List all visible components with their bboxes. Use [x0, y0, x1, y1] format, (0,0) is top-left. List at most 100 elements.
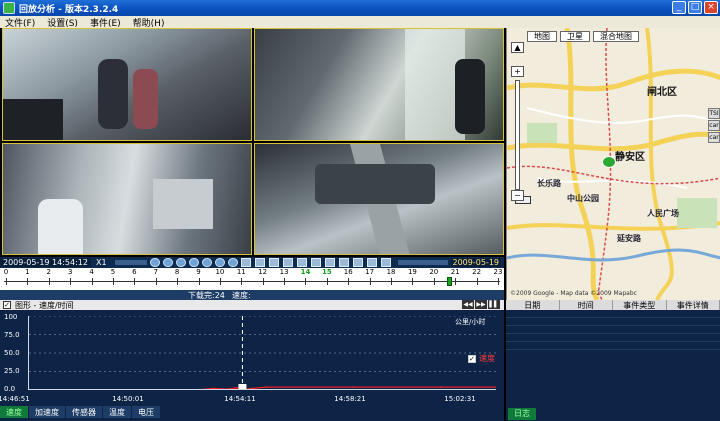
chart-pause-icon[interactable]: ▌▌ — [488, 300, 500, 309]
table-row — [506, 310, 720, 318]
playback-speed[interactable]: X1 — [96, 258, 107, 267]
legend-checkbox[interactable]: ✓ — [468, 354, 476, 363]
snapshot-icon[interactable] — [282, 258, 293, 267]
column-event-detail[interactable]: 事件详情 — [667, 300, 720, 310]
column-event-type[interactable]: 事件类型 — [613, 300, 667, 310]
zoom-control: ▲ + − — [511, 42, 531, 204]
car-icon[interactable]: car — [708, 120, 720, 131]
chart-prev-icon[interactable]: ◀◀ — [462, 300, 474, 309]
rewind-icon[interactable] — [149, 258, 160, 267]
passenger-figure — [98, 59, 128, 129]
tab-sensor[interactable]: 传感器 — [66, 406, 102, 418]
cut-icon[interactable] — [366, 258, 377, 267]
export-icon[interactable] — [352, 258, 363, 267]
timeline-hour-label: 7 — [153, 268, 158, 276]
menu-file[interactable]: 文件(F) — [0, 16, 42, 29]
vehicle-marker-icon[interactable] — [602, 156, 616, 168]
layout-1-icon[interactable] — [240, 258, 251, 267]
tsi-icon[interactable]: TSI — [708, 108, 720, 119]
save-icon[interactable] — [338, 258, 349, 267]
chart-title: 图形 - 速度/时间 — [15, 301, 74, 310]
download-status: 下载完:24 速度: — [0, 290, 504, 300]
x-tick-label: 14:54:11 — [224, 395, 256, 403]
next-frame-icon[interactable] — [214, 258, 225, 267]
menu-settings[interactable]: 设置(S) — [42, 16, 85, 29]
tab-hybrid[interactable]: 混合地图 — [593, 31, 639, 42]
legend-speed: 速度 — [479, 354, 495, 363]
timeline-hour-label: 6 — [132, 268, 137, 276]
road-label: 长乐路 — [537, 179, 561, 188]
pan-up-icon[interactable]: ▲ — [511, 42, 524, 53]
menu-events[interactable]: 事件(E) — [85, 16, 128, 29]
x-tick-label: 14:50:01 — [112, 395, 144, 403]
minimize-button[interactable]: _ — [672, 1, 686, 14]
chart-panel: ✓ 图形 - 速度/时间 ◀◀ ▶▶ ▌▌ 100 75.0 50.0 25.0… — [0, 300, 504, 406]
playback-seek-bar[interactable] — [114, 260, 147, 265]
event-log-panel: 日期 时间 事件类型 事件详情 日志 — [506, 300, 720, 421]
hour-timeline[interactable]: 0 1 2 3 4 5 6 7 8 9 10 11 12 13 14 15 16 17 18 19 20 21 22 23 — [0, 268, 504, 290]
zoom-out-button[interactable]: − — [511, 190, 524, 201]
video-channel-1[interactable] — [2, 28, 252, 141]
chart-toggle-checkbox[interactable]: ✓ — [3, 301, 11, 309]
tab-acceleration[interactable]: 加速度 — [29, 406, 65, 418]
maximize-button[interactable]: □ — [688, 1, 702, 14]
timeline-hour-label: 21 — [450, 268, 460, 276]
zoom-slider[interactable] — [515, 80, 531, 204]
close-button[interactable]: × — [704, 1, 718, 14]
playback-toolbar: 2009-05-19 14:54:12 X1 2009-05-19 — [0, 257, 504, 268]
timeline-playhead[interactable] — [447, 277, 452, 286]
speed-data-point — [197, 389, 199, 390]
map-panel[interactable]: 地图 卫星 混合地图 ▲ + − 闸北区 静安区 长乐路 中山公园 人民广场 延… — [506, 28, 720, 300]
passenger-figure — [455, 59, 485, 134]
pause-icon[interactable] — [188, 258, 199, 267]
timeline-hour-label: 9 — [196, 268, 201, 276]
volume-slider[interactable] — [397, 260, 448, 265]
video-channel-4[interactable] — [254, 143, 504, 255]
monitor-icon[interactable] — [310, 258, 321, 267]
zoom-in-button[interactable]: + — [511, 66, 524, 77]
play-icon[interactable] — [175, 258, 186, 267]
layout-9-icon[interactable] — [268, 258, 279, 267]
timeline-hour-label: 2 — [46, 268, 52, 276]
timeline-hour-label: 16 — [343, 268, 353, 276]
speed-chart[interactable] — [28, 316, 496, 390]
map-type-tabs: 地图 卫星 混合地图 — [527, 31, 639, 42]
speed-data-point — [242, 389, 244, 390]
chart-next-icon[interactable]: ▶▶ — [475, 300, 487, 309]
column-date[interactable]: 日期 — [506, 300, 560, 310]
zoom-icon[interactable] — [296, 258, 307, 267]
settings-icon[interactable] — [380, 258, 391, 267]
menu-help[interactable]: 帮助(H) — [128, 16, 172, 29]
chart-header: ✓ 图形 - 速度/时间 ◀◀ ▶▶ ▌▌ — [0, 300, 504, 310]
poi-label: 人民广场 — [647, 209, 679, 218]
fast-forward-icon[interactable] — [227, 258, 238, 267]
tab-temperature[interactable]: 温度 — [103, 406, 131, 418]
park-label: 中山公园 — [567, 194, 599, 203]
stop-icon[interactable] — [201, 258, 212, 267]
tab-log[interactable]: 日志 — [508, 408, 536, 420]
tab-satellite[interactable]: 卫星 — [560, 31, 590, 42]
timeline-hour-label: 15 — [321, 268, 332, 276]
playback-date[interactable]: 2009-05-19 — [450, 258, 501, 267]
video-channel-2[interactable] — [254, 28, 504, 141]
car-icon[interactable]: car — [708, 132, 720, 143]
title-bar: 回放分析 - 版本2.3.2.4 _ □ × — [0, 0, 720, 16]
column-time[interactable]: 时间 — [560, 300, 613, 310]
chart-type-tabs: 速度 加速度 传感器 温度 电压 — [0, 406, 504, 421]
timeline-hour-label: 1 — [25, 268, 30, 276]
prev-frame-icon[interactable] — [162, 258, 173, 267]
tab-voltage[interactable]: 电压 — [132, 406, 160, 418]
speed-data-point — [211, 387, 214, 389]
video-channel-3[interactable] — [2, 143, 252, 255]
passenger-group — [315, 164, 435, 204]
layout-4-icon[interactable] — [254, 258, 265, 267]
tab-map[interactable]: 地图 — [527, 31, 557, 42]
timeline-hour-label: 8 — [174, 268, 180, 276]
search-icon[interactable] — [324, 258, 335, 267]
table-row — [506, 334, 720, 342]
timeline-hour-label: 13 — [279, 268, 289, 276]
tab-speed[interactable]: 速度 — [0, 406, 28, 418]
road-label: 延安路 — [617, 234, 641, 243]
timeline-hour-label: 14 — [300, 268, 311, 276]
time-cursor-marker[interactable] — [238, 384, 247, 390]
